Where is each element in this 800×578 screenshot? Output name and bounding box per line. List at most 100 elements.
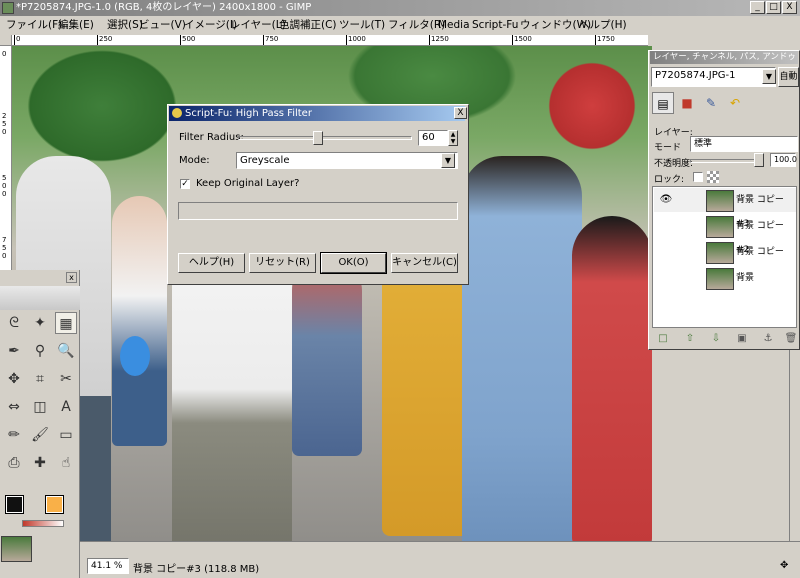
scissors-icon[interactable]: ✂ [55,368,77,390]
opacity-slider-thumb[interactable] [754,153,764,167]
paths-tab-icon[interactable]: ✎ [700,92,722,114]
help-button[interactable]: ヘルプ(H) [178,253,245,273]
cancel-button[interactable]: キャンセル(C) [391,253,458,273]
ruler-label: 0 [16,35,21,43]
ruler-label: 1000 [348,35,366,43]
anchor-layer-icon[interactable]: ⚓ [761,332,775,346]
layers-tab-icon[interactable]: ▤ [652,92,674,114]
magic-wand-icon[interactable]: ✦ [29,312,51,334]
filter-radius-input[interactable]: 60 [418,130,448,146]
maximize-button[interactable]: □ [766,1,781,14]
layer-row[interactable]: 背景 コピー#2 [654,214,796,255]
ruler-corner [0,35,12,46]
photo-person-jeans [292,256,362,456]
lasso-icon[interactable]: ᘓ [3,312,25,334]
lock-alpha-icon[interactable] [707,171,719,183]
pencil-icon[interactable]: ✏ [3,424,25,446]
layer-mode-value: 標準 [694,139,713,149]
dialog-close-button[interactable]: X [454,107,467,119]
perspective-icon[interactable]: ◫ [29,396,51,418]
menu-item[interactable]: ヘルプ(H) [576,16,630,34]
layer-name: 背景 コピー [736,247,784,257]
menu-item[interactable]: 色調補正(C) [276,16,340,34]
menu-item[interactable]: Media [435,16,473,34]
foreground-color-swatch[interactable] [5,495,24,514]
mode-select-value: Greyscale [240,155,290,166]
menu-item[interactable]: Script-Fu [469,16,521,34]
ruler-label: 1250 [431,35,449,43]
new-layer-icon[interactable]: □ [656,332,670,346]
zoom-icon[interactable]: 🔍 [55,340,77,362]
color-select-icon[interactable]: ▦ [55,312,77,334]
ruler-tick [346,35,347,45]
layer-thumbnail [706,242,734,264]
undo-tab-icon[interactable]: ↶ [724,92,746,114]
ok-button[interactable]: OK(O) [320,252,387,274]
smudge-icon[interactable]: ☝ [55,452,77,474]
zoom-input[interactable]: 41.1 % [87,558,129,574]
gimp-app-icon [2,2,14,14]
crop-icon[interactable]: ⌗ [29,368,51,390]
flip-icon[interactable]: ⇔ [3,396,25,418]
channels-tab-icon[interactable]: ■ [676,92,698,114]
vertical-scrollbar[interactable] [789,350,800,541]
vertical-ruler[interactable]: 0 250 500 750 [0,46,12,270]
eye-icon[interactable]: 👁 [658,188,674,212]
filter-radius-slider[interactable] [238,136,412,140]
filter-radius-spin-button[interactable]: ▲ ▼ [448,130,458,146]
ruler-tick [97,35,98,45]
toolbox-header [0,286,80,310]
mode-select[interactable]: Greyscale [236,152,458,169]
horizontal-ruler[interactable]: 0 250 500 750 1000 1250 1500 1750 [12,35,648,46]
dialog-title: Script-Fu: High Pass Filter [185,108,312,119]
background-color-swatch[interactable] [45,495,64,514]
filter-radius-slider-thumb[interactable] [313,131,324,145]
minimize-button[interactable]: _ [750,1,765,14]
opacity-slider[interactable] [690,159,764,163]
toolbox-close-button[interactable]: x [66,272,77,283]
layer-row[interactable]: 👁 背景 コピー#3 [654,188,796,229]
eraser-icon[interactable]: ▭ [55,424,77,446]
text-icon[interactable]: A [55,396,77,418]
lock-pixels-checkbox[interactable] [693,172,703,182]
menu-item[interactable]: ツール(T) [336,16,388,34]
gradient-swatch[interactable] [22,520,64,527]
heal-icon[interactable]: ✚ [29,452,51,474]
image-selector-chevron-icon[interactable]: ▼ [762,69,776,84]
filter-radius-label: Filter Radius: [179,132,244,143]
horizontal-scrollbar[interactable] [80,541,800,552]
reset-button[interactable]: リセット(R) [249,253,316,273]
script-fu-icon [172,108,182,118]
color-picker-icon[interactable]: ⚲ [29,340,51,362]
layer-thumbnail [706,216,734,238]
image-selector[interactable]: P7205874.JPG-1 [651,67,776,87]
paintbrush-icon[interactable]: 🖌 [29,424,51,446]
dialog-title-bar: Script-Fu: High Pass Filter [169,106,465,121]
paths-icon[interactable]: ✒ [3,340,25,362]
delete-layer-icon[interactable]: 🗑 [784,332,798,346]
close-button[interactable]: X [782,1,797,14]
vruler-label: 750 [2,236,7,260]
raise-layer-icon[interactable]: ⇧ [683,332,697,346]
menu-item[interactable]: 編集(E) [55,16,97,34]
layer-name: 背景 [736,273,755,283]
lower-layer-icon[interactable]: ⇩ [709,332,723,346]
vruler-label: 0 [2,50,7,58]
ruler-tick [429,35,430,45]
duplicate-layer-icon[interactable]: ▣ [735,332,749,346]
move-icon[interactable]: ✥ [3,368,25,390]
layer-mode-select[interactable]: 標準 [690,136,798,152]
photo-person-blue-yukata [462,156,582,552]
progress-bar [178,202,458,220]
auto-button[interactable]: 自動 [778,67,799,87]
opacity-input[interactable]: 100.0 [770,153,797,167]
window-title-bar: *P7205874.JPG-1.0 (RGB, 4枚のレイヤー) 2400x18… [0,0,800,16]
chevron-down-icon[interactable]: ▼ [441,153,455,168]
ruler-label: 1750 [597,35,615,43]
clone-icon[interactable]: ⎙ [3,452,25,474]
keep-original-checkbox[interactable]: ✓ [180,179,190,189]
navigate-icon[interactable]: ✥ [780,560,792,572]
image-thumbnail[interactable] [1,536,32,562]
layer-row[interactable]: 背景 [654,266,796,290]
layer-row[interactable]: 背景 コピー [654,240,796,264]
